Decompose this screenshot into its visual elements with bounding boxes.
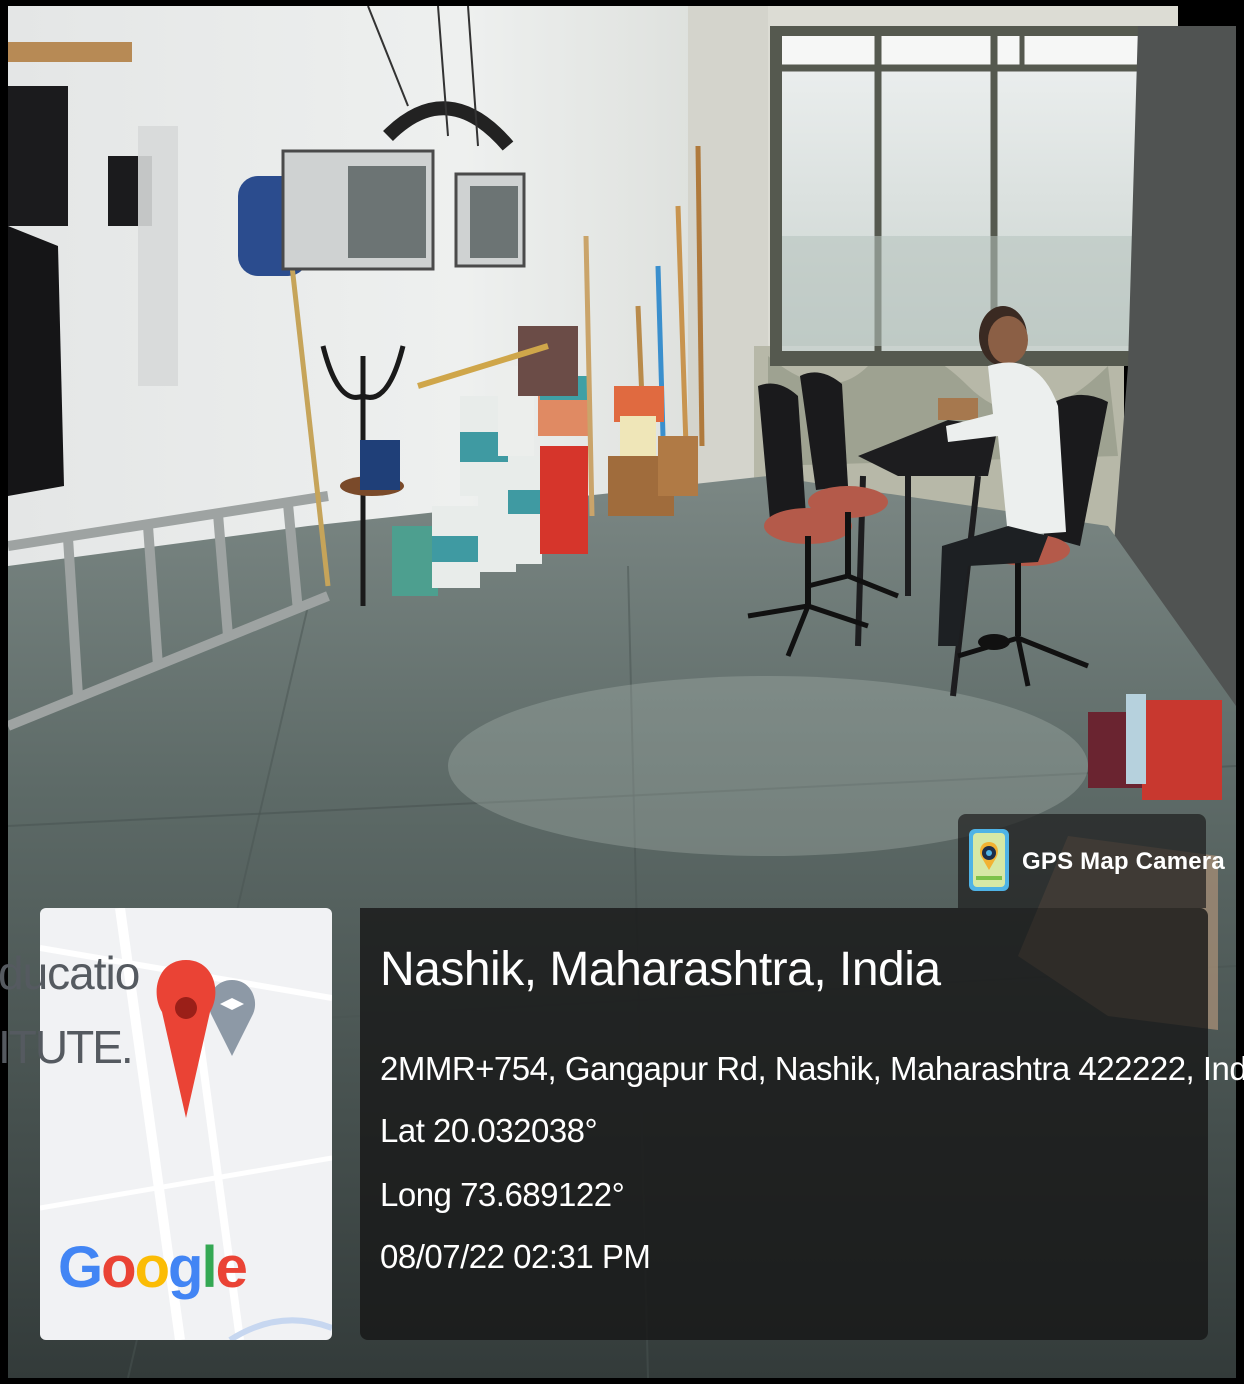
hanging-coat <box>8 226 64 496</box>
google-logo-letter: l <box>201 1235 217 1300</box>
gps-map-camera-icon <box>969 829 1009 891</box>
map-place-label-2: ITUTE. <box>0 1021 134 1073</box>
photo-frame: GPS Map Camera ducatio ITUTE. Google Nas… <box>0 0 1244 1384</box>
timestamp: 08/07/22 02:31 PM <box>380 1238 651 1275</box>
google-logo-letter: o <box>134 1235 170 1300</box>
longitude: Long 73.689122° <box>380 1176 625 1213</box>
google-logo: Google <box>58 1234 248 1301</box>
app-badge: GPS Map Camera <box>958 814 1225 908</box>
google-logo-letter: o <box>101 1235 136 1300</box>
hanging-bag <box>8 86 68 226</box>
rag-cloth <box>518 326 578 396</box>
coat-hook-rail <box>8 42 132 62</box>
app-name: GPS Map Camera <box>1022 848 1225 875</box>
latitude: Lat 20.032038° <box>380 1112 598 1149</box>
graduation-cap-marker-icon <box>208 980 256 1056</box>
map-place-label: ducatio <box>0 947 140 999</box>
location-title: Nashik, Maharashtra, India <box>380 943 941 996</box>
location-address: 2MMR+754, Gangapur Rd, Nashik, Maharasht… <box>380 1050 1244 1087</box>
google-logo-letter: g <box>168 1235 203 1300</box>
google-logo-letter: G <box>58 1235 103 1300</box>
google-logo-letter: e <box>215 1235 248 1300</box>
location-info-panel: Nashik, Maharashtra, India 2MMR+754, Gan… <box>360 908 1244 1340</box>
box-on-desk <box>938 398 978 420</box>
